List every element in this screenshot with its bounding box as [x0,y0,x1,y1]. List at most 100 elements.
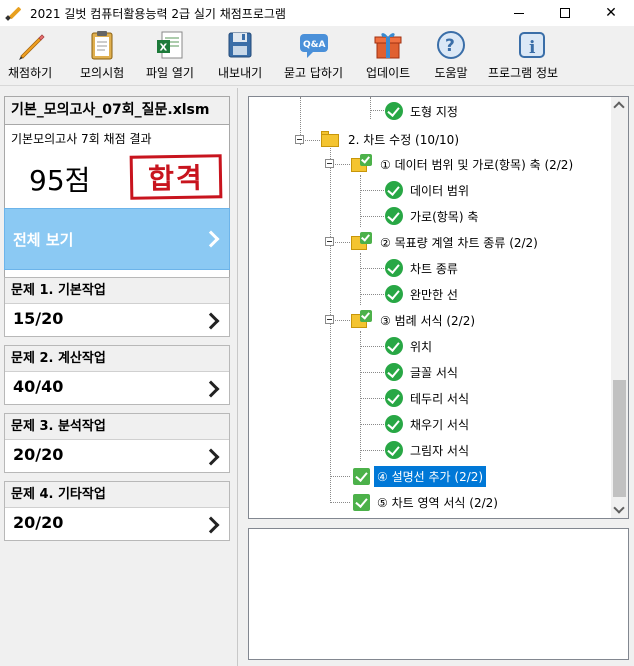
folder-icon [321,131,341,147]
check-circle-icon [385,207,403,225]
tree-node[interactable]: ① 데이터 범위 및 가로(항목) 축 (2/2) [351,154,576,174]
check-circle-icon [385,441,403,459]
scroll-up-icon[interactable] [613,101,625,113]
chevron-right-icon [203,516,221,534]
tree-node[interactable]: 완만한 선 [385,284,461,304]
qa-button[interactable]: Q&A 묻고 답하기 [284,28,343,81]
qa-bubble-icon: Q&A [299,34,328,58]
pencil-icon [19,34,45,60]
tree-node[interactable]: 도형 지정 [385,101,461,121]
scroll-thumb[interactable] [613,380,626,497]
tree-node-label: 차트 종류 [410,261,458,276]
problem-score: 40/40 [13,377,64,396]
app-pencil-icon [5,5,22,21]
tree-node[interactable]: ③ 범례 서식 (2/2) [351,310,478,330]
check-circle-icon [385,415,403,433]
minimize-button[interactable] [496,0,542,26]
open-file-button-label: 파일 열기 [146,66,194,80]
tree-node[interactable]: 채우기 서식 [385,414,472,434]
info-icon: i [519,32,546,58]
check-circle-icon [385,363,403,381]
tree-node-label: 위치 [410,339,433,354]
collapse-toggle[interactable] [325,237,334,246]
detail-panel [248,528,629,660]
tree-node-label: 완만한 선 [410,287,458,302]
tree-node[interactable]: 글꼴 서식 [385,362,461,382]
problem-score: 20/20 [13,445,64,464]
export-button[interactable]: 내보내기 [218,28,262,81]
tree-node[interactable]: ⑤ 차트 영역 서식 (2/2) [353,492,501,512]
problem-3-card[interactable]: 문제 3. 분석작업 20/20 [4,413,230,473]
folder-check-icon [351,310,373,330]
program-info-button[interactable]: i 프로그램 정보 [488,28,558,81]
tree-node[interactable]: ② 목표량 계열 차트 종류 (2/2) [351,232,541,252]
tree-node-label: 테두리 서식 [410,391,470,406]
view-all-label: 전체 보기 [13,230,74,249]
tree-node-label: ⑤ 차트 영역 서식 (2/2) [377,495,498,510]
svg-text:X: X [159,43,167,54]
window-controls: ✕ [496,0,634,26]
help-icon: ? [437,31,465,59]
scroll-down-icon[interactable] [613,502,625,514]
collapse-toggle[interactable] [325,315,334,324]
tree-line [360,331,361,461]
tree-node[interactable]: 차트 종류 [385,258,461,278]
tree-node-selected[interactable]: ④ 설명선 추가 (2/2) [353,464,488,488]
close-button[interactable]: ✕ [588,0,634,26]
problem-title: 문제 1. 기본작업 [5,278,229,304]
mock-exam-button[interactable]: 모의시험 [80,28,124,81]
svg-text:?: ? [445,36,455,56]
update-button[interactable]: 업데이트 [366,28,410,81]
tree-node-label: 가로(항목) 축 [410,209,479,224]
tree-node[interactable]: 그림자 서식 [385,440,472,460]
chevron-right-icon [203,312,221,330]
tree-line [360,216,384,217]
tree-line [360,175,361,227]
qa-button-label: 묻고 답하기 [284,66,344,80]
tree-node[interactable]: 데이터 범위 [385,180,472,200]
svg-text:Q&A: Q&A [303,40,325,50]
check-square-icon [353,467,370,485]
tree-node-label: ④ 설명선 추가 (2/2) [372,464,488,488]
tree-line [360,294,384,295]
collapse-toggle[interactable] [295,135,304,144]
tree-line [360,424,384,425]
maximize-button[interactable] [542,0,588,26]
title-bar: 2021 길벗 컴퓨터활용능력 2급 실기 채점프로그램 ✕ [0,0,634,26]
tree-line [370,110,384,111]
window-title: 2021 길벗 컴퓨터활용능력 2급 실기 채점프로그램 [30,6,286,21]
folder-check-icon [351,232,373,252]
problem-2-card[interactable]: 문제 2. 계산작업 40/40 [4,345,230,405]
grade-button-label: 채점하기 [8,66,53,80]
grading-tree[interactable]: 도형 지정 2. 차트 수정 (10/10) ① 데이터 범위 및 가로(항목)… [248,96,629,519]
problem-4-card[interactable]: 문제 4. 기타작업 20/20 [4,481,230,541]
check-circle-icon [385,389,403,407]
open-file-button[interactable]: X 파일 열기 [146,28,194,81]
tree-node-label: 도형 지정 [410,104,458,119]
close-icon: ✕ [605,5,617,21]
tree-node[interactable]: 위치 [385,336,435,356]
view-all-button[interactable]: 전체 보기 [4,208,230,270]
tree-line [370,97,371,119]
tree-node[interactable]: 테두리 서식 [385,388,472,408]
tree-node[interactable]: 가로(항목) 축 [385,206,481,226]
chevron-right-icon [203,448,221,466]
gift-icon [374,33,402,59]
tree-node-label: 채우기 서식 [410,417,470,432]
tree-node[interactable]: 2. 차트 수정 (10/10) [321,129,462,149]
chevron-right-icon [203,380,221,398]
help-button[interactable]: ? 도움말 [434,28,468,81]
left-panel: 기본_모의고사_07회_질문.xlsm 기본모의고사 7회 채점 결과 95점 … [0,88,238,666]
grade-button[interactable]: 채점하기 [8,28,52,81]
tree-line [330,145,331,503]
folder-check-icon [351,154,373,174]
tree-node-label: 글꼴 서식 [410,365,458,380]
collapse-toggle[interactable] [325,159,334,168]
check-circle-icon [385,259,403,277]
tree-line [330,502,350,503]
tree-node-label: 그림자 서식 [410,443,470,458]
maximize-icon [560,8,570,18]
tree-scrollbar[interactable] [611,97,628,518]
problem-1-card[interactable]: 문제 1. 기본작업 15/20 [4,277,230,337]
program-info-button-label: 프로그램 정보 [488,66,559,80]
